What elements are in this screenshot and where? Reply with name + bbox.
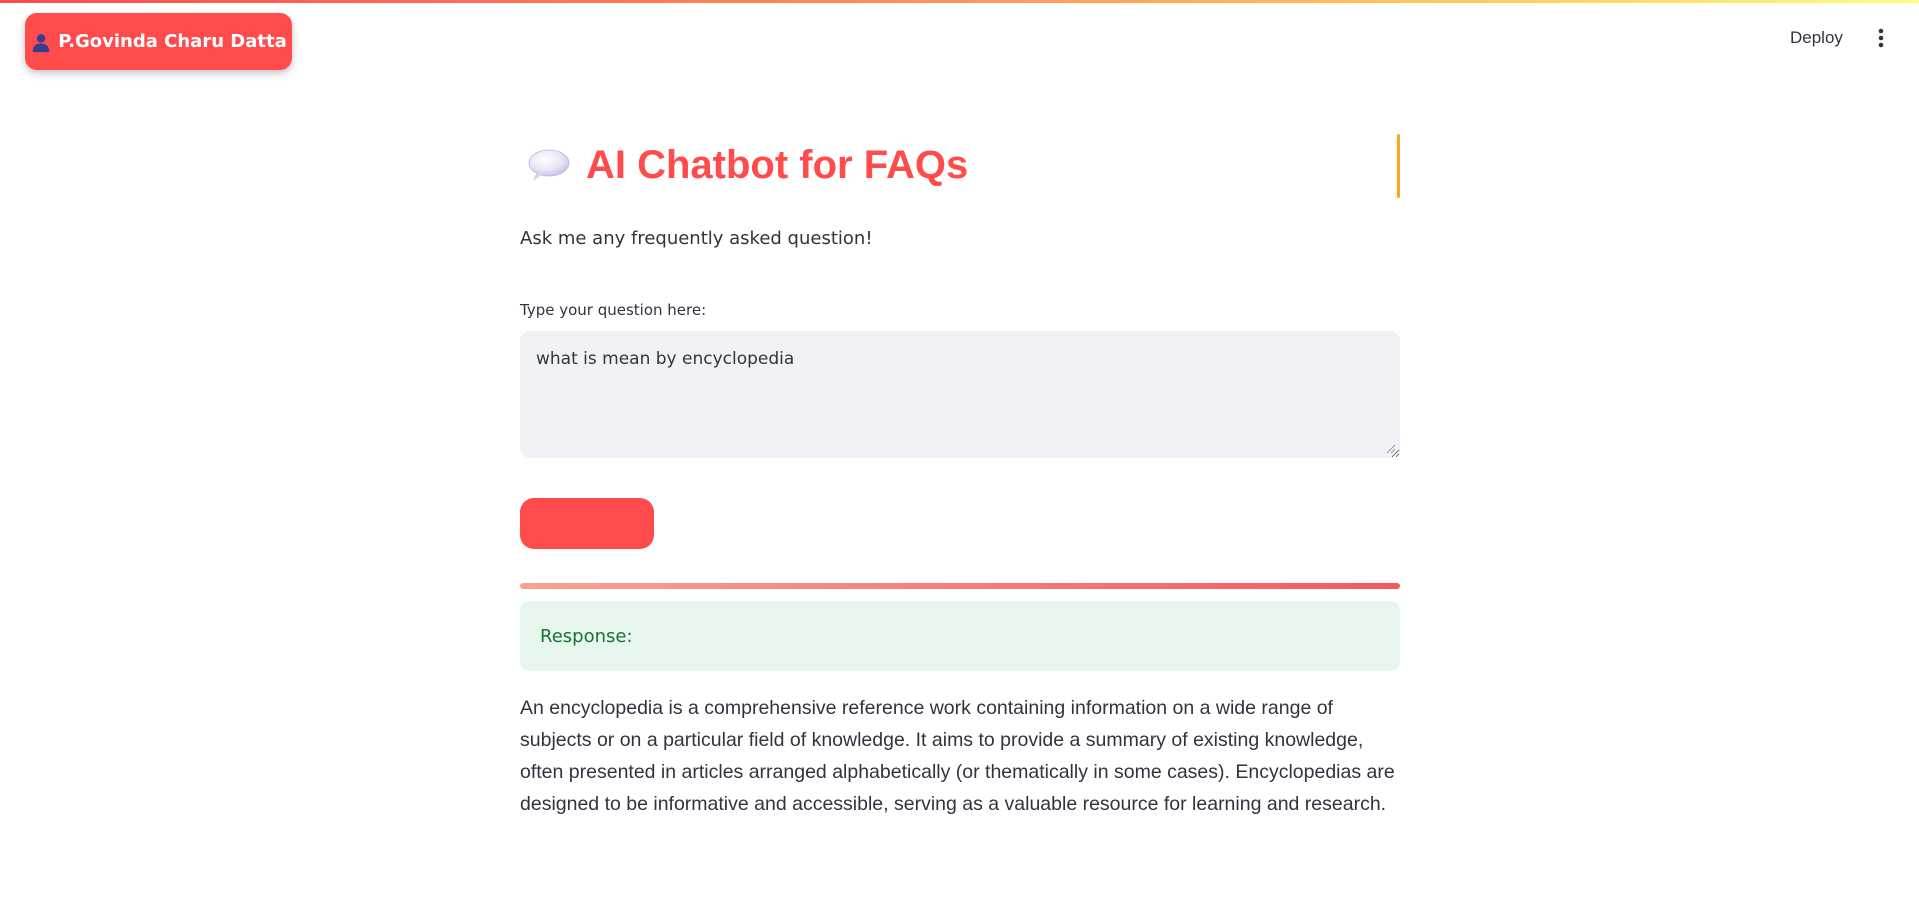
title-row: AI Chatbot for FAQs <box>520 120 1400 210</box>
main-menu-button[interactable] <box>1868 24 1894 52</box>
gradient-divider <box>520 583 1400 589</box>
answer-text: An encyclopedia is a comprehensive refer… <box>520 697 1395 815</box>
speech-balloon-icon <box>528 149 570 181</box>
question-input-label: Type your question here: <box>520 301 707 319</box>
submit-button[interactable] <box>520 498 654 549</box>
page-subtitle: Ask me any frequently asked question! <box>520 228 873 249</box>
title-accent-bar <box>1397 134 1400 198</box>
user-name-badge[interactable]: P.Govinda Charu Datta <box>25 13 292 70</box>
deploy-button[interactable]: Deploy <box>1784 26 1849 50</box>
kebab-menu-icon <box>1878 28 1884 48</box>
user-silhouette-icon <box>33 33 50 52</box>
resize-handle-icon[interactable] <box>1386 444 1396 454</box>
page-title: AI Chatbot for FAQs <box>586 142 969 187</box>
response-banner: Response: <box>520 601 1400 671</box>
top-decoration-stripe <box>0 0 1919 3</box>
response-label: Response: <box>540 625 633 647</box>
main-content: AI Chatbot for FAQs Ask me any frequentl… <box>520 120 1400 815</box>
question-input[interactable]: what is mean by encyclopedia <box>520 331 1400 458</box>
user-name-label: P.Govinda Charu Datta <box>58 31 287 52</box>
